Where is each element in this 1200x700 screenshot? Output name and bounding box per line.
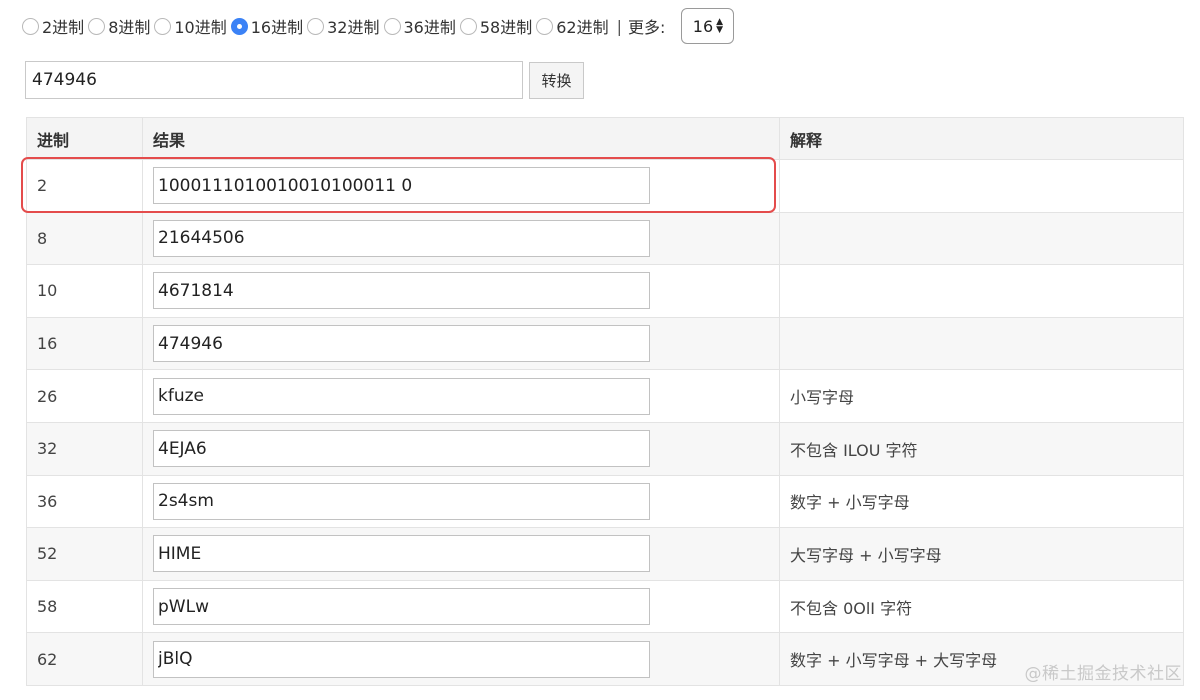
table-row: 16 xyxy=(26,316,1184,371)
table-body: 28101626 小写字母 32 不包含 ILOU 字符 36 数字 + 小写字母 52 大写… xyxy=(26,159,1184,686)
radio-option[interactable]: 8进制 xyxy=(88,14,150,38)
result-input[interactable] xyxy=(153,167,650,205)
cell-base: 36 xyxy=(26,474,143,529)
radio-option[interactable]: 58进制 xyxy=(459,14,533,38)
cell-note: 大写字母 + 小写字母 xyxy=(779,527,1184,581)
table-row: 10 xyxy=(26,264,1184,318)
watermark: @稀土掘金技术社区 xyxy=(1024,664,1182,684)
cell-base: 58 xyxy=(26,579,143,634)
radio-unchecked-icon[interactable] xyxy=(383,17,401,35)
more-label: 更多: xyxy=(628,18,666,37)
result-input[interactable] xyxy=(153,325,650,363)
radio-label: 58进制 xyxy=(479,18,533,37)
number-input[interactable] xyxy=(25,61,523,99)
cell-result xyxy=(142,211,780,266)
cell-note xyxy=(779,211,1184,266)
radio-unchecked-icon[interactable] xyxy=(154,17,172,35)
radio-list: 2进制 8进制 10进制 16进制 32进制 36进制 58进制 62进制 xyxy=(22,14,613,38)
separator: | xyxy=(616,16,623,36)
base-select[interactable]: 16 ▲ ▼ xyxy=(681,8,735,44)
result-input[interactable] xyxy=(153,482,650,520)
cell-result xyxy=(142,264,780,318)
header-base: 进制 xyxy=(26,117,143,160)
radio-label: 10进制 xyxy=(174,18,227,37)
table-row: 58 不包含 0OlI 字符 xyxy=(26,579,1184,634)
radio-label: 2进制 xyxy=(42,18,85,37)
table-row: 8 xyxy=(26,211,1184,266)
cell-result xyxy=(142,474,780,529)
radio-unchecked-icon[interactable] xyxy=(536,17,554,35)
cell-base: 32 xyxy=(26,421,143,476)
radio-unchecked-icon[interactable] xyxy=(22,17,39,35)
result-input[interactable] xyxy=(153,588,650,626)
radio-option[interactable]: 62进制 xyxy=(536,14,609,38)
table-row: 62数字 + 小写字母 + 大写字母 xyxy=(26,632,1184,686)
cell-result xyxy=(142,421,780,476)
header-note: 解释 xyxy=(779,117,1184,160)
result-input[interactable] xyxy=(153,219,650,257)
cell-base: 26 xyxy=(26,369,143,423)
radio-label: 62进制 xyxy=(556,18,609,37)
cell-note: 不包含 0OlI 字符 xyxy=(779,579,1184,634)
radio-label: 8进制 xyxy=(108,18,151,37)
result-input[interactable] xyxy=(153,430,650,468)
cell-note: 不包含 ILOU 字符 xyxy=(779,421,1184,476)
radio-label: 32进制 xyxy=(327,18,380,37)
cell-result xyxy=(142,369,780,423)
cell-result xyxy=(142,527,780,581)
table-row: 36 数字 + 小写字母 xyxy=(26,474,1184,529)
result-table: 进制 结果 解释 28101626 小写字母 32 不包含 ILOU 字符 36 数字 +… xyxy=(26,117,1184,686)
result-input[interactable] xyxy=(153,535,650,573)
table-header-row: 进制 结果 解释 xyxy=(26,117,1184,160)
cell-base: 62 xyxy=(26,632,143,686)
table-row: 26 小写字母 xyxy=(26,369,1184,423)
table-row: 52 大写字母 + 小写字母 xyxy=(26,527,1184,581)
radio-option[interactable]: 2进制 xyxy=(22,14,84,38)
radio-unchecked-icon[interactable] xyxy=(88,17,106,35)
result-input[interactable] xyxy=(153,272,650,310)
cell-base: 8 xyxy=(26,211,143,266)
table-row: 2 xyxy=(26,159,1184,213)
input-row: 转换 xyxy=(25,61,584,99)
select-arrows-icon: ▲ ▼ xyxy=(716,17,724,35)
cell-note: 小写字母 xyxy=(779,369,1184,423)
header-result: 结果 xyxy=(142,117,780,160)
radio-option[interactable]: 32进制 xyxy=(307,14,380,38)
radio-unchecked-icon[interactable] xyxy=(307,17,325,35)
radio-label: 36进制 xyxy=(403,18,456,37)
cell-base: 52 xyxy=(26,527,143,581)
cell-result xyxy=(142,159,780,213)
radio-option[interactable]: 10进制 xyxy=(154,14,227,38)
cell-result xyxy=(142,632,780,686)
cell-result xyxy=(142,316,780,371)
cell-result xyxy=(142,579,780,634)
cell-note xyxy=(779,264,1184,318)
radio-label: 16进制 xyxy=(250,18,304,37)
radio-checked-icon[interactable] xyxy=(230,17,248,35)
base-radio-group: 2进制 8进制 10进制 16进制 32进制 36进制 58进制 62进制 | 更多: 16 … xyxy=(22,8,735,44)
cell-note xyxy=(779,159,1184,213)
cell-base: 10 xyxy=(26,264,143,318)
cell-base: 2 xyxy=(26,159,143,213)
cell-base: 16 xyxy=(26,316,143,371)
cell-note: 数字 + 小写字母 xyxy=(779,474,1184,529)
result-input[interactable] xyxy=(153,640,650,678)
cell-note xyxy=(779,316,1184,371)
table-row: 32 不包含 ILOU 字符 xyxy=(26,421,1184,476)
convert-button[interactable]: 转换 xyxy=(529,61,584,99)
radio-option[interactable]: 16进制 xyxy=(230,14,304,38)
base-select-value: 16 xyxy=(692,16,714,36)
radio-option[interactable]: 36进制 xyxy=(383,14,456,38)
radio-unchecked-icon[interactable] xyxy=(459,17,477,35)
result-input[interactable] xyxy=(153,377,650,415)
